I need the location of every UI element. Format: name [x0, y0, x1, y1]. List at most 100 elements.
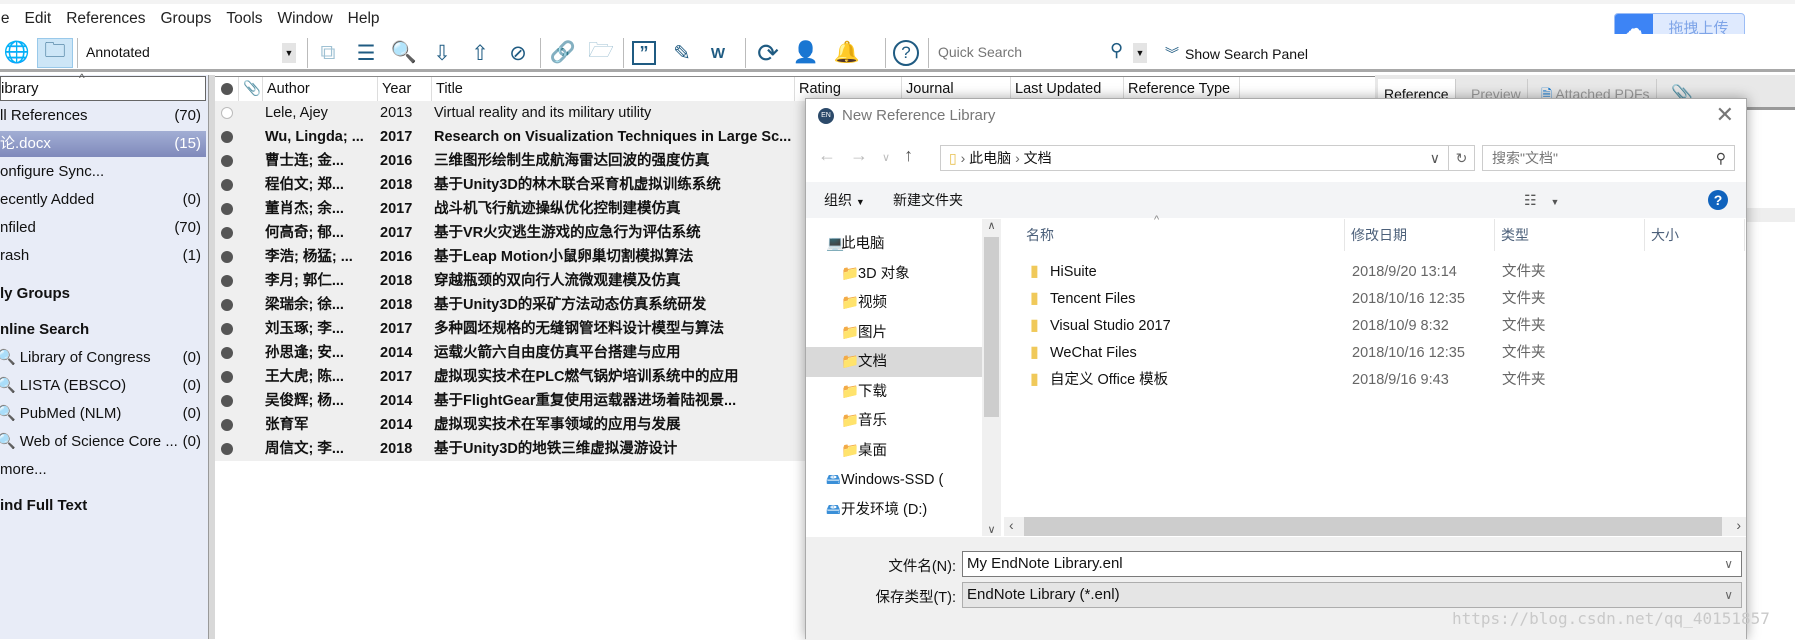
my-groups-heading[interactable]: ly Groups — [0, 281, 206, 307]
open-folder-icon[interactable]: 🗁 — [586, 38, 616, 68]
nav-item-windows-ssd-drive[interactable]: 🖴 Windows-SSD ( — [806, 465, 982, 495]
file-row[interactable]: ▮ WeChat Files 2018/10/16 12:35 文件夹 — [1004, 340, 1604, 366]
column-type[interactable]: 类型 — [1495, 219, 1645, 251]
group-all-references[interactable]: ll References (70) — [0, 103, 206, 129]
import-icon[interactable]: ⇩ — [427, 38, 457, 68]
column-year[interactable]: Year — [378, 77, 432, 102]
nav-item-videos[interactable]: 📁 视频 — [806, 288, 982, 318]
nav-item-d-drive[interactable]: 🖴 开发环境 (D:) — [806, 495, 982, 525]
group-recently-added[interactable]: ecently Added (0) — [0, 187, 206, 213]
attachment-column[interactable]: 📎 — [239, 77, 263, 102]
file-row[interactable]: ▮ Tencent Files 2018/10/16 12:35 文件夹 — [1004, 286, 1604, 312]
read-status-icon[interactable] — [221, 155, 233, 167]
read-status-icon[interactable] — [221, 299, 233, 311]
find-full-text-heading[interactable]: ind Full Text — [0, 493, 206, 519]
search-icon[interactable]: ⚲ — [1110, 40, 1123, 61]
group-unfiled[interactable]: nfiled (70) — [0, 215, 206, 241]
read-status-icon[interactable] — [221, 323, 233, 335]
export-icon[interactable]: ⇧ — [465, 38, 495, 68]
online-pubmed[interactable]: 🔍 PubMed (NLM) (0) — [0, 401, 206, 427]
read-status-icon[interactable] — [221, 395, 233, 407]
insert-citation-icon[interactable]: ” — [632, 41, 656, 65]
read-status-icon[interactable] — [221, 227, 233, 239]
read-status-icon[interactable] — [221, 131, 233, 143]
file-row[interactable]: ▮ Visual Studio 2017 2018/10/9 8:32 文件夹 — [1004, 313, 1604, 339]
forward-icon[interactable]: → — [850, 145, 882, 165]
scroll-down-icon[interactable]: ∨ — [982, 523, 1001, 536]
recent-chevron-icon[interactable]: ∨ — [882, 152, 904, 164]
help-icon[interactable]: ? — [893, 40, 919, 66]
share-icon[interactable]: 👤 — [791, 38, 821, 68]
find-online-icon[interactable]: 🔍 — [389, 38, 419, 68]
chevron-down-icon[interactable]: ∨ — [1724, 583, 1733, 607]
group-docx[interactable]: 论.docx (15) — [0, 131, 206, 157]
output-style-select[interactable]: Annotated ▼ — [80, 41, 296, 65]
column-author[interactable]: Author — [263, 77, 378, 102]
read-status-icon[interactable] — [221, 275, 233, 287]
search-options-dropdown[interactable]: ▼ — [1133, 43, 1147, 63]
link-icon[interactable]: 🔗 — [548, 38, 578, 68]
nav-item-pictures[interactable]: 📁 图片 — [806, 318, 982, 348]
nav-item-documents[interactable]: 📁 文档 — [806, 347, 982, 377]
file-row[interactable]: ▮ HiSuite 2018/9/20 13:14 文件夹 — [1004, 259, 1604, 285]
address-bar[interactable]: ▯ › 此电脑 › 文档 ∨ ↻ — [940, 145, 1475, 171]
horizontal-scrollbar[interactable]: ‹ › — [1004, 517, 1746, 536]
integrated-library-icon[interactable]: 🗀 — [37, 38, 73, 68]
organize-button[interactable]: 组织 ▼ — [824, 182, 865, 220]
up-icon[interactable]: ↑ — [904, 145, 927, 165]
scroll-right-icon[interactable]: › — [1736, 517, 1741, 533]
notifications-icon[interactable]: 🔔 — [832, 38, 862, 68]
navigation-scrollbar[interactable]: ∧ ∨ — [982, 219, 1001, 536]
breadcrumb-this-pc[interactable]: 此电脑 — [969, 150, 1011, 166]
breadcrumb-documents[interactable]: 文档 — [1024, 150, 1052, 166]
copy-to-group-icon[interactable]: ⧉ — [313, 38, 343, 68]
quick-search-input[interactable] — [938, 44, 1098, 60]
scroll-left-icon[interactable]: ‹ — [1009, 517, 1014, 533]
word-icon[interactable]: W — [703, 38, 733, 68]
chevron-down-icon[interactable]: ∨ — [1724, 552, 1733, 576]
nav-item-3d-objects[interactable]: 📁 3D 对象 — [806, 259, 982, 289]
online-search-heading[interactable]: nline Search — [0, 317, 206, 343]
read-status-icon[interactable] — [221, 443, 233, 455]
menu-window[interactable]: Window — [278, 10, 333, 28]
new-folder-button[interactable]: 新建文件夹 — [893, 182, 963, 218]
refresh-icon[interactable]: ↻ — [1448, 146, 1474, 170]
nav-item-this-pc[interactable]: 💻 此电脑 — [806, 229, 982, 259]
menu-groups[interactable]: Groups — [161, 10, 212, 28]
column-date-modified[interactable]: 修改日期 — [1345, 219, 1495, 251]
read-status-icon[interactable] — [221, 203, 233, 215]
scroll-up-icon[interactable]: ∧ — [982, 219, 1001, 232]
scroll-thumb[interactable] — [1024, 517, 1722, 536]
save-type-select[interactable]: EndNote Library (*.enl) ∨ — [962, 582, 1742, 608]
nav-item-desktop[interactable]: 📁 桌面 — [806, 436, 982, 466]
filename-input[interactable]: My EndNote Library.enl ∨ — [962, 551, 1742, 577]
help-icon[interactable]: ? — [1708, 190, 1728, 210]
view-options-icon[interactable]: ☷ ▼ — [1524, 182, 1559, 220]
menu-edit[interactable]: Edit — [25, 10, 52, 28]
read-status-icon[interactable] — [221, 371, 233, 383]
menu-tools[interactable]: Tools — [226, 10, 262, 28]
chevron-down-icon[interactable]: ▼ — [282, 43, 296, 63]
column-title[interactable]: Title — [432, 77, 795, 102]
library-header[interactable]: ^ ibrary — [0, 71, 206, 101]
nav-item-music[interactable]: 📁 音乐 — [806, 406, 982, 436]
column-size[interactable]: 大小 — [1645, 219, 1745, 251]
menu-file[interactable]: ile — [0, 10, 10, 28]
online-more[interactable]: more... — [0, 457, 206, 483]
read-status-icon[interactable] — [221, 179, 233, 191]
show-search-panel-button[interactable]: ︾ Show Search Panel — [1165, 44, 1308, 64]
folder-search-input[interactable]: 搜索"文档" ⚲ — [1482, 145, 1735, 171]
read-status-icon[interactable] — [221, 251, 233, 263]
online-lista[interactable]: 🔍 LISTA (EBSCO) (0) — [0, 373, 206, 399]
file-row[interactable]: ▮ 自定义 Office 模板 2018/9/16 9:43 文件夹 — [1004, 367, 1604, 393]
read-status-icon[interactable] — [221, 347, 233, 359]
menu-references[interactable]: References — [66, 10, 145, 28]
back-icon[interactable]: ← — [818, 145, 850, 165]
pane-splitter[interactable] — [208, 75, 215, 639]
sync-icon[interactable]: ⟳ — [753, 38, 783, 68]
online-web-of-science[interactable]: 🔍 Web of Science Core ... (0) — [0, 429, 206, 455]
menu-help[interactable]: Help — [348, 10, 380, 28]
new-reference-icon[interactable]: ☰ — [351, 38, 381, 68]
configure-sync[interactable]: onfigure Sync... — [0, 159, 206, 185]
online-search-globe-icon[interactable]: 🌐 — [2, 38, 32, 68]
